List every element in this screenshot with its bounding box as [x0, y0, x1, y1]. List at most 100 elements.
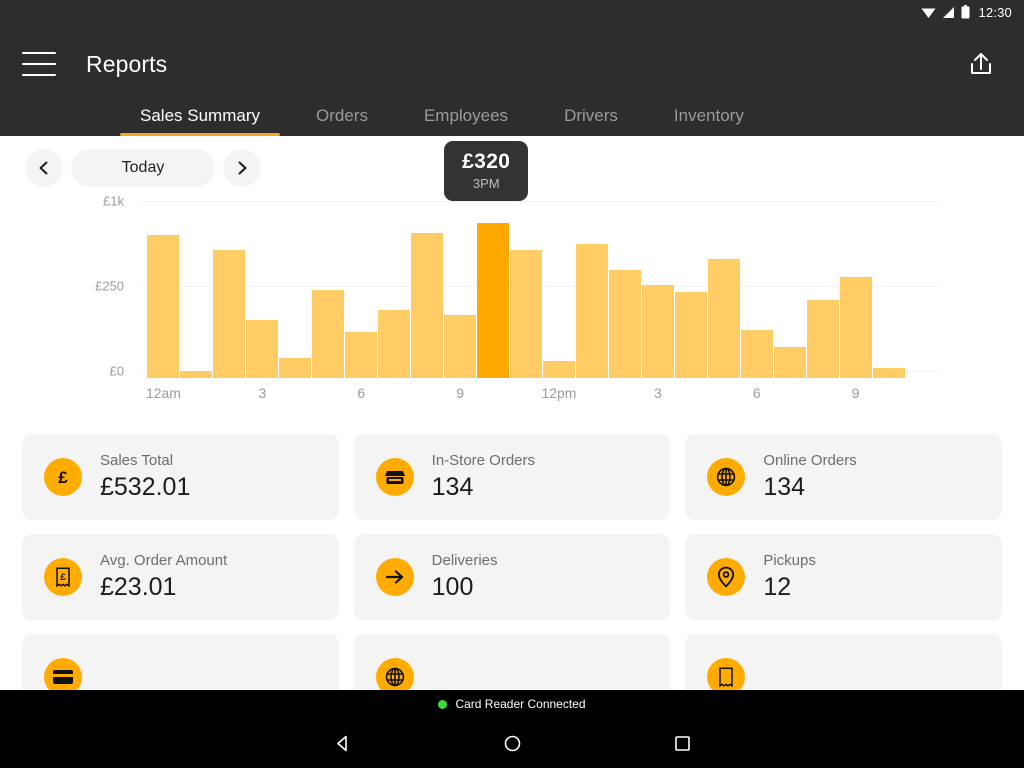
x-tick-label: 6 — [752, 385, 761, 401]
x-tick-label: 12am — [145, 385, 181, 401]
x-tick-label: 3 — [258, 385, 267, 401]
y-tick-label: £1k — [103, 193, 124, 209]
stat-card-value: £23.01 — [100, 573, 177, 601]
stat-card-label: Deliveries — [431, 552, 498, 569]
page-title: Reports — [86, 50, 168, 77]
stat-card-deliveries[interactable]: Deliveries 100 — [353, 534, 671, 620]
sales-bar-chart[interactable]: £1k £250 £0 12am 3 6 9 12pm 3 6 9 £320 3PM — [0, 141, 1024, 423]
chart-bar[interactable] — [741, 330, 773, 378]
stat-card-label: Sales Total — [100, 452, 174, 469]
chart-y-axis: £1k £250 £0 — [0, 193, 140, 379]
x-tick-label: 3 — [653, 385, 662, 401]
tab-orders[interactable]: Orders — [288, 104, 396, 136]
chart-bar[interactable] — [774, 347, 806, 378]
cellular-signal-icon — [942, 6, 955, 19]
android-nav-bar — [0, 718, 1024, 768]
wifi-icon — [921, 6, 936, 19]
stat-card-online-orders[interactable]: Online Orders 134 — [685, 434, 1002, 520]
chart-bar[interactable] — [840, 277, 872, 378]
chart-bar[interactable] — [642, 285, 674, 378]
share-upload-icon[interactable] — [960, 43, 1002, 85]
x-tick-label: 9 — [456, 385, 464, 401]
stat-card-value: 134 — [431, 473, 474, 501]
stat-card-value: 100 — [431, 573, 474, 601]
chart-bar[interactable] — [312, 290, 344, 378]
previous-day-button[interactable] — [25, 149, 63, 187]
chart-bar[interactable] — [807, 299, 839, 378]
chart-bar[interactable] — [708, 259, 740, 378]
x-tick-label: 6 — [357, 385, 366, 401]
android-status-bar: 12:30 — [0, 0, 1024, 24]
x-tick-label: 9 — [851, 385, 860, 401]
location-pin-icon — [707, 558, 746, 596]
tab-bar: Sales Summary Orders Employees Drivers I… — [0, 104, 1024, 136]
status-bar-clock: 12:30 — [978, 4, 1012, 20]
chart-bar[interactable] — [180, 371, 212, 378]
stat-card-value: 134 — [763, 473, 806, 501]
battery-icon — [961, 5, 970, 19]
stat-card-pickups[interactable]: Pickups 12 — [685, 534, 1002, 620]
card-reader-status: Card Reader Connected — [0, 690, 1024, 718]
stat-card-sales-total[interactable]: £ Sales Total £532.01 — [22, 434, 339, 520]
tab-employees[interactable]: Employees — [396, 104, 536, 136]
tab-drivers[interactable]: Drivers — [536, 104, 646, 136]
chart-x-axis: 12am 3 6 9 12pm 3 6 9 — [145, 385, 938, 405]
tab-inventory[interactable]: Inventory — [646, 104, 772, 136]
storefront-icon — [375, 458, 414, 496]
y-tick-label: £250 — [95, 278, 124, 294]
stat-card-avg-order-amount[interactable]: £ Avg. Order Amount £23.01 — [22, 534, 339, 620]
chart-bar[interactable] — [543, 361, 575, 378]
chart-bar[interactable] — [477, 222, 509, 378]
chart-bar[interactable] — [279, 357, 311, 378]
chart-bar[interactable] — [675, 291, 707, 378]
chart-bar[interactable] — [246, 320, 278, 378]
tab-label: Sales Summary — [140, 106, 260, 125]
chart-bar[interactable] — [345, 332, 377, 378]
stat-card-label: Pickups — [763, 552, 816, 569]
date-range-label: Today — [121, 159, 165, 176]
next-day-button[interactable] — [223, 149, 261, 187]
chart-bar[interactable] — [213, 249, 245, 378]
x-tick-label: 12pm — [541, 385, 577, 401]
stat-card-label: In-Store Orders — [431, 452, 536, 469]
pound-sign-icon: £ — [44, 458, 82, 496]
chart-bar[interactable] — [378, 310, 410, 378]
svg-text:£: £ — [60, 572, 66, 583]
chart-bar[interactable] — [873, 367, 905, 378]
y-tick-label: £0 — [109, 363, 124, 379]
back-nav-button[interactable] — [257, 734, 427, 753]
home-nav-button[interactable] — [427, 734, 597, 753]
stat-card-in-store-orders[interactable]: In-Store Orders 134 — [353, 434, 671, 520]
svg-text:£: £ — [58, 468, 68, 487]
app-bar: Reports — [0, 24, 1024, 104]
system-bar: Card Reader Connected — [0, 690, 1024, 768]
tab-sales-summary[interactable]: Sales Summary — [112, 104, 288, 136]
chart-bar[interactable] — [609, 270, 641, 378]
chart-bar[interactable] — [147, 235, 179, 378]
tooltip-time: 3PM — [472, 176, 500, 191]
gridline-top — [140, 201, 938, 202]
receipt-pound-icon: £ — [44, 558, 82, 596]
stat-card-label: Avg. Order Amount — [100, 552, 228, 569]
tooltip-value: £320 — [462, 150, 511, 173]
chart-bar[interactable] — [510, 249, 542, 378]
tab-label: Drivers — [564, 106, 618, 125]
chart-tooltip: £320 3PM — [444, 141, 529, 201]
hamburger-menu-icon[interactable] — [22, 52, 56, 76]
chart-bar[interactable] — [576, 244, 608, 378]
arrow-right-icon — [375, 558, 414, 596]
tab-label: Employees — [423, 106, 509, 125]
globe-icon — [707, 458, 746, 496]
tab-label: Orders — [315, 106, 368, 125]
chart-bar[interactable] — [444, 315, 476, 378]
stat-card-value: £532.01 — [100, 473, 191, 501]
date-range-selector[interactable]: Today — [71, 149, 215, 187]
tab-label: Inventory — [673, 106, 744, 125]
chart-bar[interactable] — [411, 232, 443, 378]
sales-summary-panel: Today £1k £250 £0 12am 3 6 9 12pm 3 6 9 £320 3P… — [0, 136, 1024, 768]
stat-card-label: Online Orders — [763, 452, 857, 469]
status-indicator-dot — [438, 699, 448, 709]
stat-card-value: 12 — [763, 573, 792, 601]
card-reader-status-label: Card Reader Connected — [455, 697, 586, 711]
recents-nav-button[interactable] — [597, 735, 767, 752]
